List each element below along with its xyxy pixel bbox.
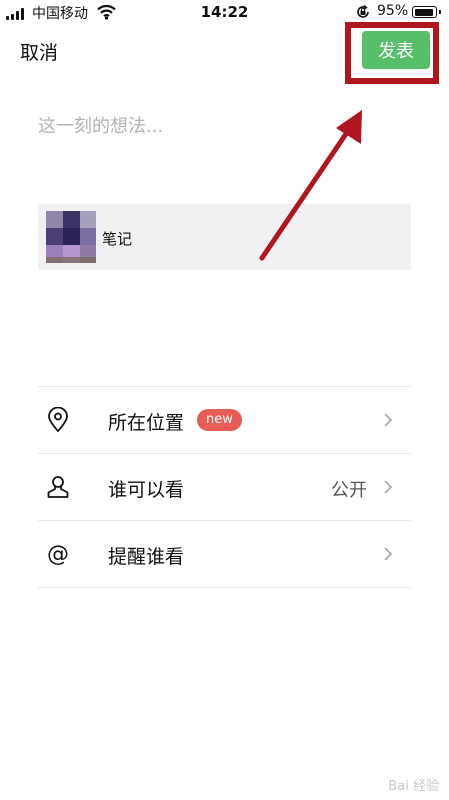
chevron-right-icon <box>384 547 393 561</box>
watermark: Bai 经验 <box>388 779 439 794</box>
option-visibility[interactable]: 谁可以看 公开 <box>38 454 411 520</box>
orientation-lock-icon <box>357 4 369 18</box>
new-badge: new <box>197 409 242 431</box>
cancel-button[interactable]: 取消 <box>20 38 58 65</box>
option-location[interactable]: 所在位置 new <box>38 387 411 453</box>
post-text-input[interactable]: 这一刻的想法... <box>38 112 163 138</box>
publish-button[interactable]: 发表 <box>362 31 430 69</box>
annotation-arrow <box>259 110 362 261</box>
card-thumbnail <box>46 211 96 263</box>
battery-percent: 95% <box>377 3 409 19</box>
option-mention[interactable]: @ 提醒谁看 <box>38 521 411 587</box>
at-icon: @ <box>47 542 69 567</box>
option-label: 提醒谁看 <box>108 546 185 568</box>
visibility-value: 公开 <box>331 480 367 501</box>
chevron-right-icon <box>384 413 393 427</box>
divider <box>38 587 411 588</box>
card-title: 笔记 <box>102 230 133 248</box>
chevron-right-icon <box>384 480 393 494</box>
svg-text:@: @ <box>47 542 69 567</box>
location-pin-icon <box>48 407 68 433</box>
option-label: 所在位置 <box>108 412 185 434</box>
option-label: 谁可以看 <box>108 479 185 501</box>
battery-icon <box>412 6 441 18</box>
person-icon <box>47 476 69 498</box>
